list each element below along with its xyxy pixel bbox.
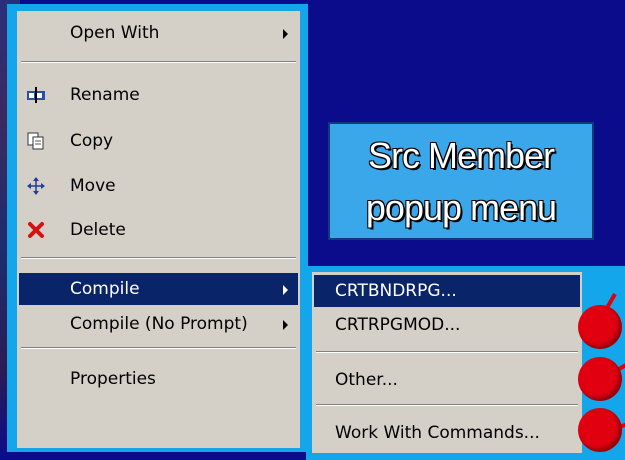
menu-item-label: Open With bbox=[70, 23, 160, 43]
submenu-item-work-with-commands[interactable]: Work With Commands... bbox=[314, 417, 580, 449]
menu-item-compile-no-prompt[interactable]: Compile (No Prompt) bbox=[19, 308, 298, 340]
menu-item-properties[interactable]: Properties bbox=[19, 363, 298, 395]
menu-item-move[interactable]: Move bbox=[19, 170, 298, 202]
submenu-item-label: CRTRPGMOD... bbox=[335, 315, 461, 335]
menu-item-label: Compile (No Prompt) bbox=[70, 314, 248, 334]
menu-item-delete[interactable]: Delete bbox=[19, 214, 298, 246]
delete-icon bbox=[28, 222, 44, 238]
move-icon bbox=[27, 177, 45, 195]
submenu-arrow-icon bbox=[283, 29, 288, 39]
callout-box: Src Member popup menu bbox=[328, 122, 594, 240]
menu-item-label: Copy bbox=[70, 131, 114, 151]
menu-separator bbox=[21, 347, 296, 349]
submenu-item-label: Other... bbox=[335, 370, 398, 390]
rename-icon bbox=[27, 87, 45, 103]
menu-item-label: Move bbox=[70, 176, 116, 196]
annotation-dot bbox=[578, 305, 622, 349]
copy-icon bbox=[27, 132, 44, 150]
menu-item-compile[interactable]: Compile bbox=[19, 273, 298, 305]
menu-item-label: Properties bbox=[70, 369, 156, 389]
menu-item-rename[interactable]: Rename bbox=[19, 79, 298, 111]
submenu-item-other[interactable]: Other... bbox=[314, 364, 580, 396]
menu-item-label: Compile bbox=[70, 279, 140, 299]
submenu-separator bbox=[316, 404, 578, 406]
menu-separator bbox=[21, 61, 296, 63]
menu-item-label: Rename bbox=[70, 85, 140, 105]
submenu-item-label: CRTBNDRPG... bbox=[335, 281, 457, 301]
menu-item-copy[interactable]: Copy bbox=[19, 125, 298, 157]
submenu-item-label: Work With Commands... bbox=[335, 423, 540, 443]
menu-item-label: Delete bbox=[70, 220, 126, 240]
annotation-dot bbox=[578, 357, 622, 401]
submenu-arrow-icon bbox=[283, 285, 288, 295]
compile-submenu: CRTBNDRPG... CRTRPGMOD... Other... Work … bbox=[312, 272, 582, 453]
context-menu: Open With Rename Copy Move Delete Compil… bbox=[17, 11, 300, 448]
submenu-arrow-icon bbox=[283, 320, 288, 330]
callout-line-2: popup menu bbox=[365, 187, 557, 228]
menu-separator bbox=[21, 257, 296, 259]
submenu-item-crtrpgmod[interactable]: CRTRPGMOD... bbox=[314, 309, 580, 341]
menu-item-open-with[interactable]: Open With bbox=[19, 17, 298, 49]
annotation-dot bbox=[578, 408, 622, 452]
callout-line-1: Src Member bbox=[367, 135, 555, 176]
submenu-item-crtbndrpg[interactable]: CRTBNDRPG... bbox=[314, 275, 580, 307]
submenu-separator bbox=[316, 351, 578, 353]
